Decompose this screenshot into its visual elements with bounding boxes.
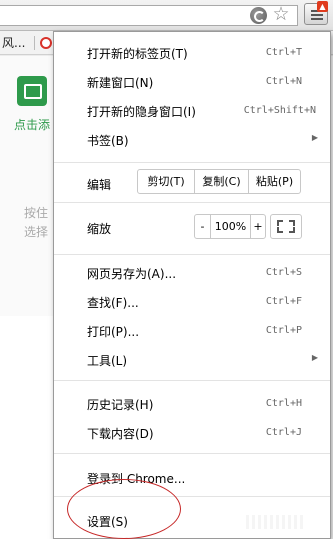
edit-button-group: 剪切(T) 复制(C) 粘贴(P) bbox=[137, 169, 301, 194]
zoom-in-button[interactable]: + bbox=[250, 215, 265, 238]
cut-button[interactable]: 剪切(T) bbox=[138, 170, 194, 193]
menu-item-shortcut: Ctrl+S bbox=[265, 267, 302, 278]
reload-icon[interactable] bbox=[250, 7, 267, 24]
menu-separator bbox=[54, 254, 330, 255]
zoom-row-label: 缩放 bbox=[87, 222, 112, 236]
menu-item-new-tab[interactable]: 打开新的标签页(T) Ctrl+T bbox=[54, 39, 330, 65]
menu-separator bbox=[54, 453, 330, 454]
bookmark-favicon-icon[interactable] bbox=[40, 37, 52, 49]
watermark-fragment bbox=[246, 515, 306, 529]
menu-item-downloads[interactable]: 下载内容(D) Ctrl+J bbox=[54, 419, 330, 445]
menu-item-find[interactable]: 查找(F)... Ctrl+F bbox=[54, 288, 330, 314]
menu-item-label: 下载内容(D) bbox=[87, 427, 154, 441]
chrome-main-menu: 打开新的标签页(T) Ctrl+T 新建窗口(N) Ctrl+N 打开新的隐身窗… bbox=[53, 31, 331, 539]
menu-item-shortcut: Ctrl+Shift+N bbox=[243, 105, 316, 116]
web-store-app-icon[interactable] bbox=[17, 76, 47, 106]
menu-item-label: 打开新的隐身窗口(I) bbox=[87, 105, 196, 119]
menu-item-tools[interactable]: 工具(L) ▶ bbox=[54, 346, 330, 372]
menu-bar-icon bbox=[311, 14, 323, 16]
menu-item-label: 书签(B) bbox=[87, 134, 129, 148]
bookmark-separator bbox=[34, 36, 35, 50]
app-label[interactable]: 点击添 bbox=[14, 116, 50, 133]
bookmark-item[interactable]: 风... bbox=[2, 31, 25, 55]
menu-item-label: 工具(L) bbox=[87, 354, 128, 368]
menu-item-label: 打开新的标签页(T) bbox=[87, 47, 188, 61]
menu-bar-icon bbox=[311, 18, 323, 20]
annotation-ellipse bbox=[67, 479, 181, 539]
menu-item-history[interactable]: 历史记录(H) Ctrl+H bbox=[54, 390, 330, 416]
bookmark-star-icon[interactable]: ☆ bbox=[271, 4, 291, 24]
menu-item-bookmarks[interactable]: 书签(B) ▶ bbox=[54, 126, 330, 152]
menu-item-label: 网页另存为(A)... bbox=[87, 267, 177, 281]
menu-item-shortcut: Ctrl+J bbox=[265, 427, 302, 438]
zoom-out-button[interactable]: - bbox=[195, 215, 210, 238]
apps-panel: 点击添 bbox=[0, 56, 60, 316]
menu-separator bbox=[54, 162, 330, 163]
menu-item-shortcut: Ctrl+T bbox=[265, 47, 302, 58]
fullscreen-icon bbox=[277, 227, 283, 233]
menu-item-label: 新建窗口(N) bbox=[87, 76, 154, 90]
fullscreen-icon bbox=[277, 220, 283, 226]
menu-item-shortcut: Ctrl+H bbox=[265, 398, 302, 409]
menu-separator bbox=[54, 202, 330, 203]
menu-item-label: 打印(P)... bbox=[87, 325, 140, 339]
update-arrow-icon: ▲ bbox=[317, 1, 328, 12]
menu-item-new-window[interactable]: 新建窗口(N) Ctrl+N bbox=[54, 68, 330, 94]
fullscreen-button[interactable] bbox=[270, 214, 302, 239]
menu-item-shortcut: Ctrl+P bbox=[265, 325, 302, 336]
edit-row-label: 编辑 bbox=[87, 178, 112, 192]
menu-item-new-incognito[interactable]: 打开新的隐身窗口(I) Ctrl+Shift+N bbox=[54, 97, 330, 123]
submenu-arrow-icon: ▶ bbox=[311, 133, 318, 142]
menu-item-shortcut: Ctrl+F bbox=[265, 296, 302, 307]
fullscreen-icon bbox=[289, 220, 295, 226]
hint-text: 按住 bbox=[24, 206, 49, 220]
menu-item-label: 历史记录(H) bbox=[87, 398, 154, 412]
menu-item-shortcut: Ctrl+N bbox=[265, 76, 302, 87]
copy-button[interactable]: 复制(C) bbox=[194, 170, 248, 193]
menu-item-print[interactable]: 打印(P)... Ctrl+P bbox=[54, 317, 330, 343]
zoom-button-group: - 100% + bbox=[194, 214, 266, 239]
chrome-menu-button[interactable]: ▲ bbox=[304, 1, 328, 25]
paste-button[interactable]: 粘贴(P) bbox=[248, 170, 300, 193]
browser-toolbar: ☆ ▲ bbox=[0, 0, 333, 31]
menu-item-label: 查找(F)... bbox=[87, 296, 139, 310]
hint-text: 选择 bbox=[24, 225, 49, 239]
menu-item-save-page[interactable]: 网页另存为(A)... Ctrl+S bbox=[54, 259, 330, 285]
submenu-arrow-icon: ▶ bbox=[311, 353, 318, 362]
zoom-level: 100% bbox=[210, 215, 250, 238]
menu-separator bbox=[54, 380, 330, 381]
fullscreen-icon bbox=[289, 227, 295, 233]
